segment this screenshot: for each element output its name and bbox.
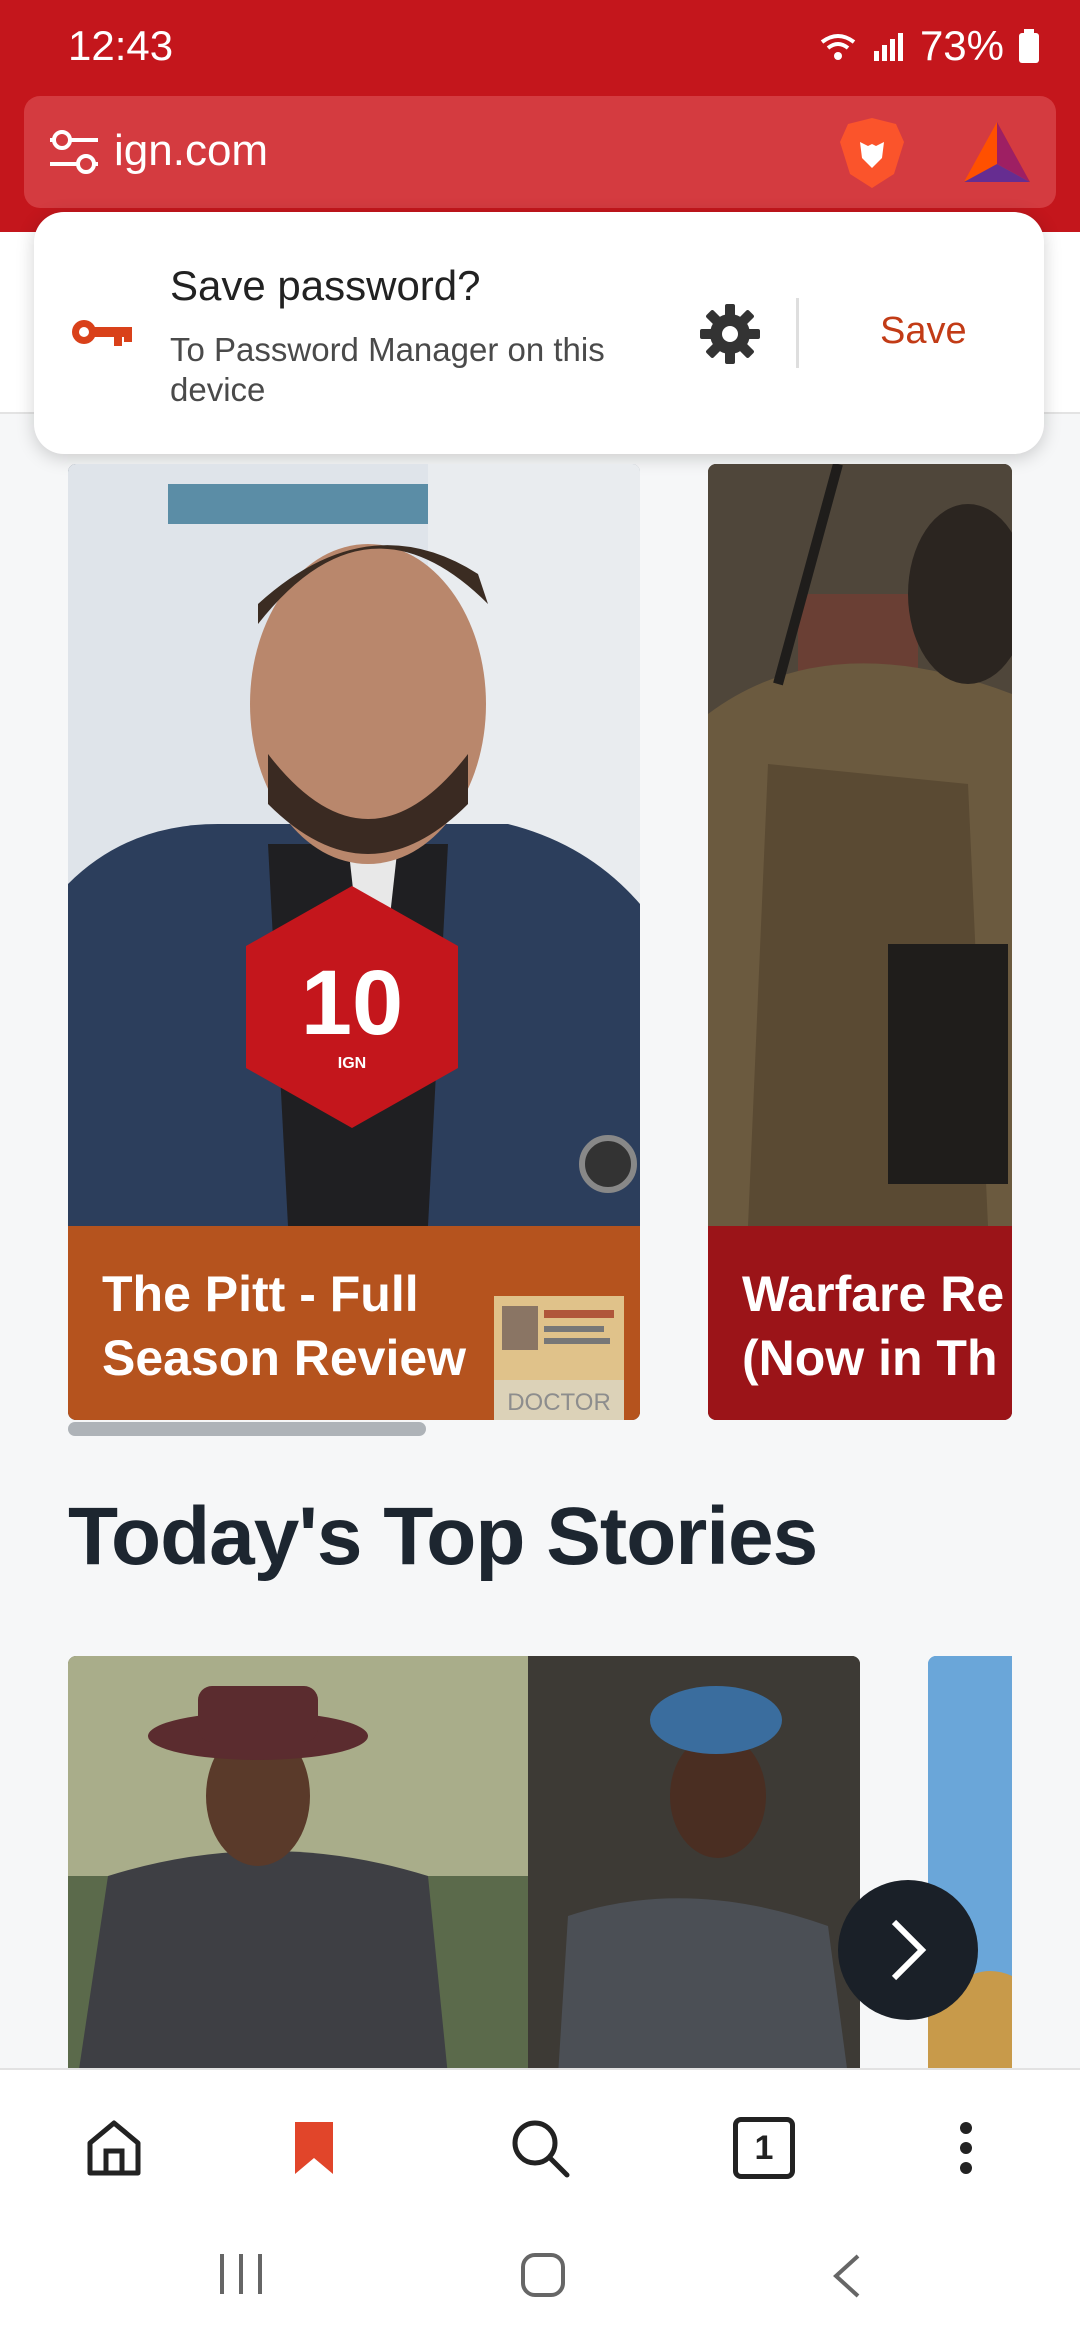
back-icon[interactable] xyxy=(830,2252,864,2300)
battery-icon xyxy=(1019,29,1039,63)
carousel-scrollbar[interactable] xyxy=(68,1422,426,1436)
story-image xyxy=(68,1656,860,2076)
bookmarks-button[interactable] xyxy=(274,2108,354,2188)
card-title-line2: Season Review xyxy=(102,1330,467,1386)
brave-shields-icon[interactable] xyxy=(834,114,910,190)
battery-percent: 73% xyxy=(919,22,1004,69)
browser-header: 12:43 73% ign.com xyxy=(0,0,1080,232)
card-title-line1: The Pitt - Full xyxy=(102,1266,419,1322)
carousel-next-button[interactable] xyxy=(838,1880,978,2020)
id-badge-image: DOCTOR xyxy=(494,1296,624,1420)
status-time: 12:43 xyxy=(68,22,174,69)
search-button[interactable] xyxy=(500,2108,580,2188)
card-caption: The Pitt - Full Season Review DOCTOR xyxy=(68,1226,640,1420)
status-icons: 73% xyxy=(818,22,1040,70)
system-navigation-bar xyxy=(0,2208,1080,2340)
story-card[interactable] xyxy=(68,1656,860,2076)
score-value: 10 xyxy=(301,952,403,1054)
tabs-button[interactable]: 1 xyxy=(724,2108,804,2188)
dialog-subtitle: To Password Manager on this device xyxy=(170,331,605,408)
card-image xyxy=(708,464,1012,1226)
search-icon xyxy=(512,2120,570,2178)
review-card[interactable]: 10 IGN The Pitt - Full Season Review DOC… xyxy=(68,464,640,1420)
site-settings-icon[interactable] xyxy=(46,126,102,178)
review-card[interactable]: Warfare Re (Now in Th xyxy=(708,464,1012,1420)
save-password-dialog: Save password? To Password Manager on th… xyxy=(34,212,1044,454)
bottom-toolbar: 1 xyxy=(0,2068,1080,2210)
dialog-title: Save password? xyxy=(170,262,481,309)
home-system-icon[interactable] xyxy=(520,2252,566,2298)
url-text[interactable]: ign.com xyxy=(114,126,268,176)
bookmark-icon xyxy=(295,2122,333,2174)
card-title-line1: Warfare Re xyxy=(742,1266,1005,1322)
save-button[interactable]: Save xyxy=(880,310,967,353)
home-icon xyxy=(87,2120,141,2176)
id-badge-label: DOCTOR xyxy=(507,1389,611,1416)
section-title: Today's Top Stories xyxy=(68,1491,818,1582)
gear-icon[interactable] xyxy=(698,302,762,366)
url-bar[interactable]: ign.com xyxy=(24,96,1056,208)
score-badge: 10 IGN xyxy=(246,886,458,1128)
card-caption: Warfare Re (Now in Th xyxy=(708,1226,1012,1420)
signal-icon xyxy=(873,33,903,61)
recent-apps-icon[interactable] xyxy=(216,2252,266,2296)
home-button[interactable] xyxy=(74,2108,154,2188)
more-vertical-icon xyxy=(960,2122,972,2174)
brave-rewards-icon[interactable] xyxy=(962,120,1032,186)
card-title: The Pitt - Full Season Review xyxy=(102,1262,466,1390)
tab-count: 1 xyxy=(754,2128,774,2167)
menu-button[interactable] xyxy=(926,2108,1006,2188)
card-title: Warfare Re (Now in Th xyxy=(742,1262,1004,1390)
chevron-right-icon xyxy=(891,1919,927,1981)
card-title-line2: (Now in Th xyxy=(742,1330,998,1386)
dialog-divider xyxy=(796,298,799,368)
score-brand: IGN xyxy=(338,1055,366,1072)
key-icon xyxy=(72,320,132,346)
wifi-icon xyxy=(820,34,856,60)
story-image xyxy=(928,1656,1012,2076)
story-card[interactable] xyxy=(928,1656,1012,2076)
tabs-icon: 1 xyxy=(733,2117,795,2179)
